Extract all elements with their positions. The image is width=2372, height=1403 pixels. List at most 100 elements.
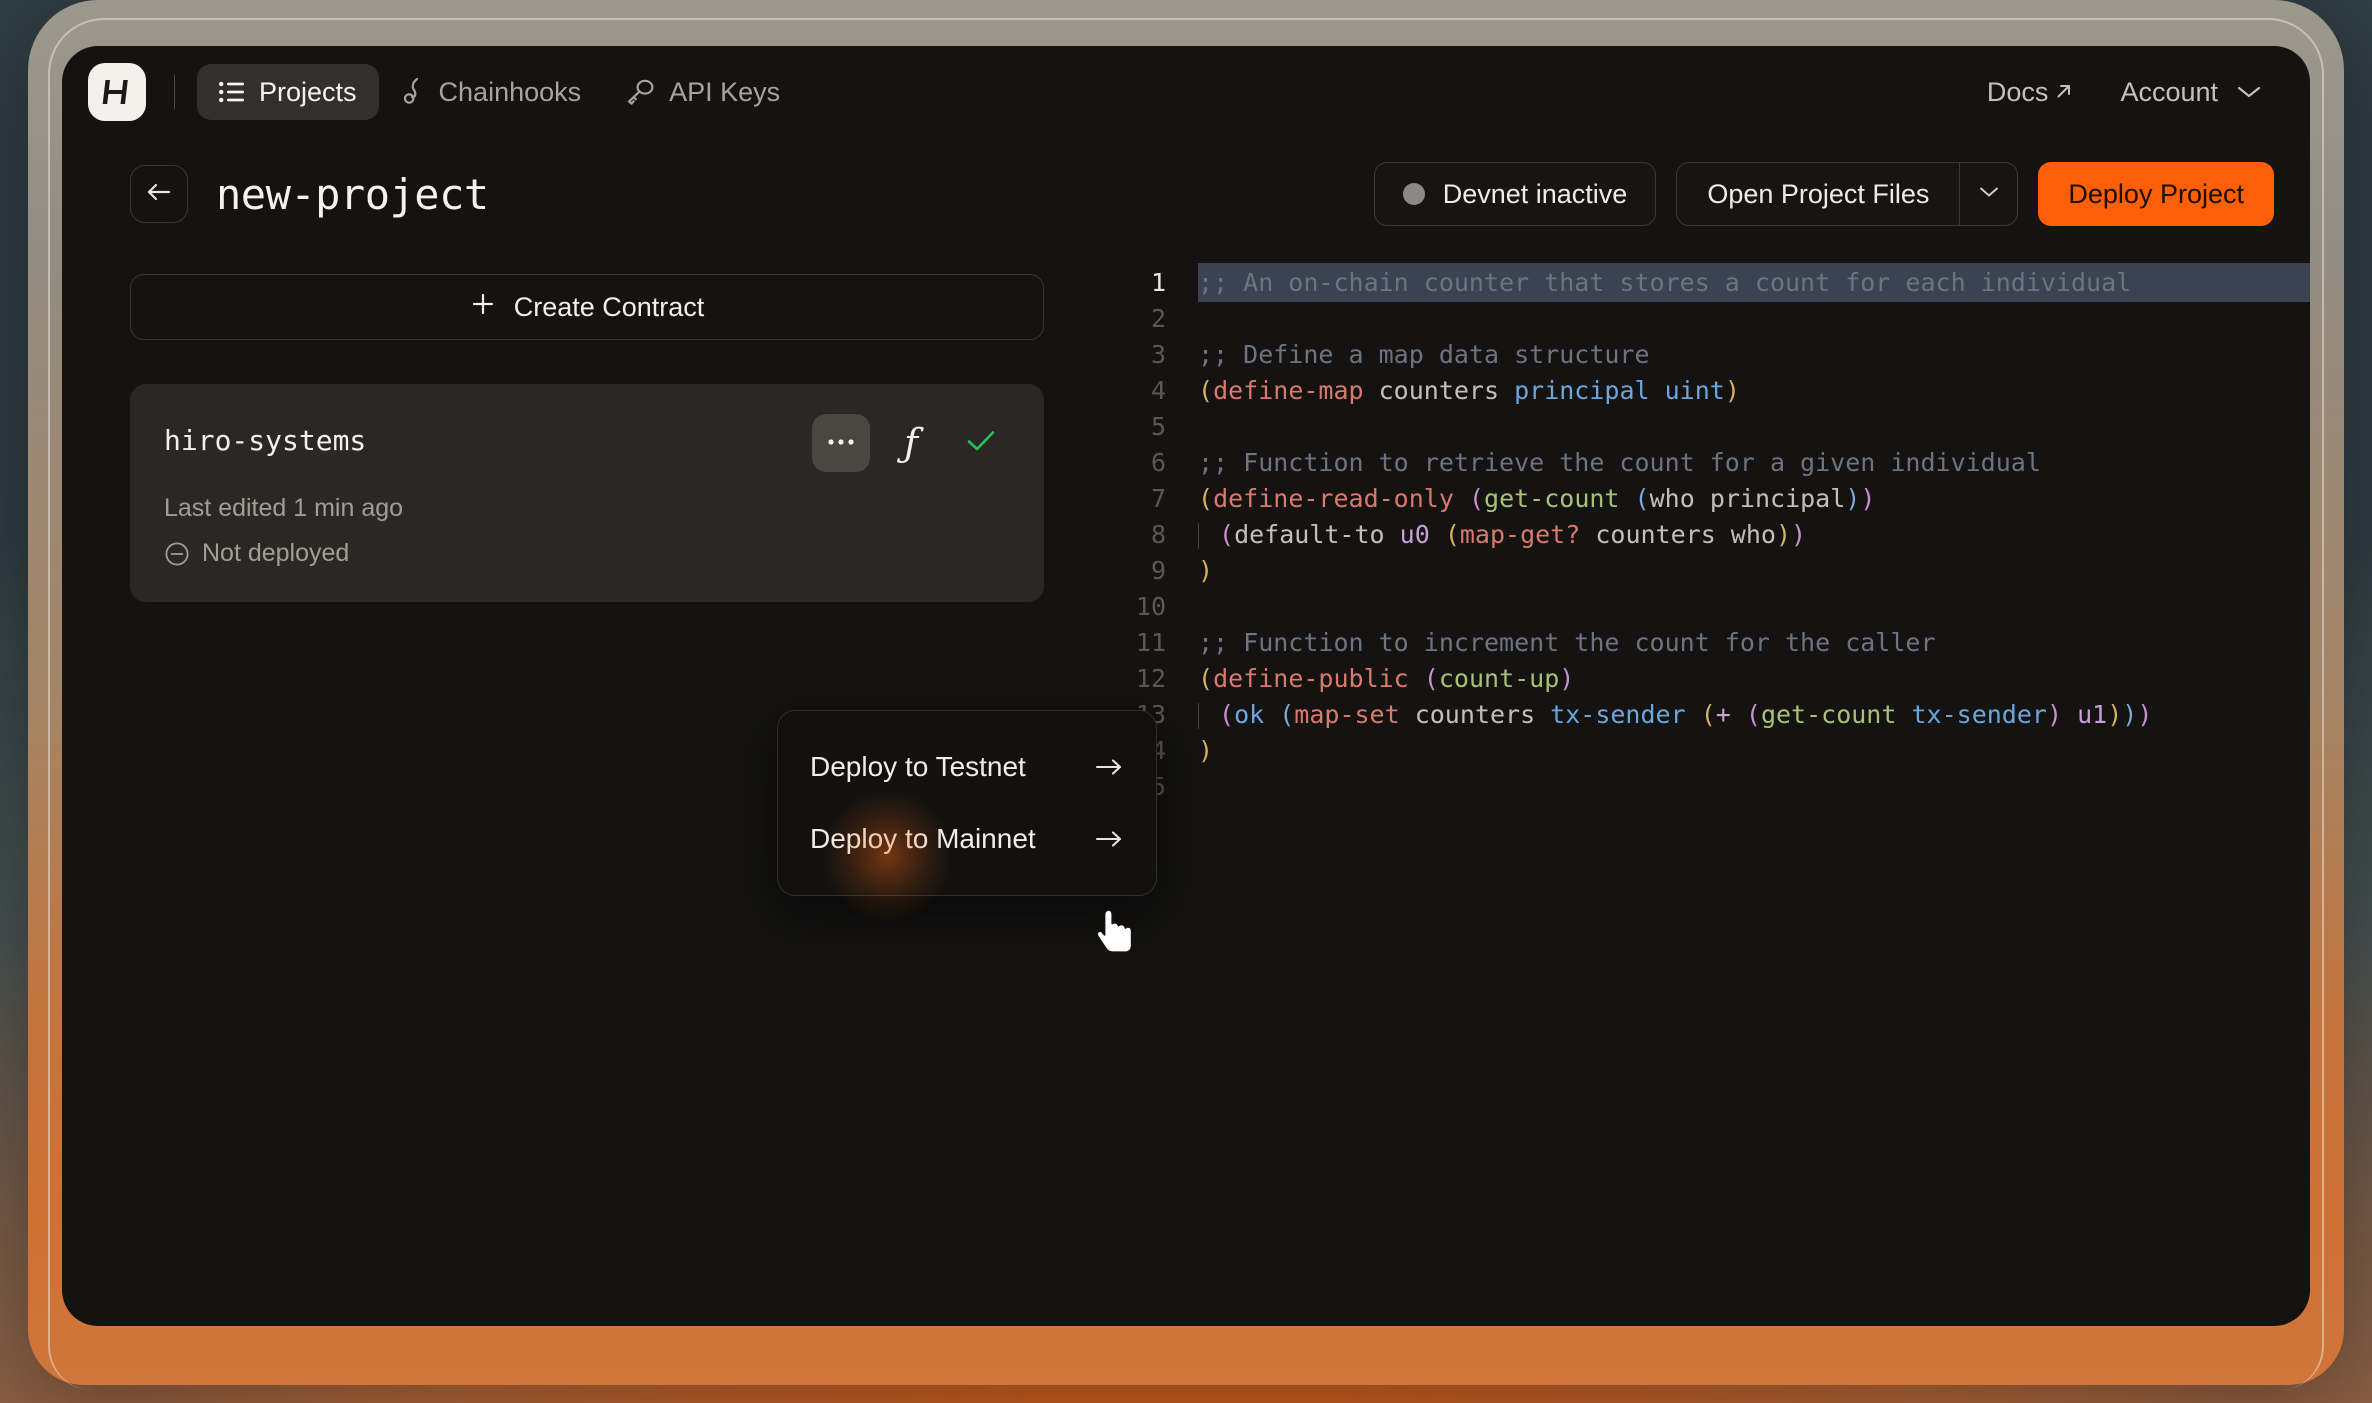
code-line-text: ): [1198, 735, 1214, 765]
devnet-status-button[interactable]: Devnet inactive: [1373, 162, 1657, 226]
menu-item-deploy-to-testnet[interactable]: Deploy to Testnet: [778, 731, 1156, 803]
code-line[interactable]: 10: [1102, 588, 2310, 624]
code-line-text: (define-map counters principal uint): [1198, 375, 1740, 405]
arrow-left-icon: [145, 181, 173, 208]
code-line[interactable]: 2: [1102, 300, 2310, 336]
external-link-icon: [2054, 77, 2074, 108]
app-window: Projects Chainhooks API Keys Docs Accoun…: [62, 46, 2310, 1326]
list-icon: [219, 81, 245, 103]
code-line-text: ;; Define a map data structure: [1198, 339, 1650, 369]
nav-right-group: Docs Account: [1987, 77, 2276, 108]
nav-divider: [174, 75, 175, 109]
menu-item-deploy-to-mainnet-label: Deploy to Mainnet: [810, 823, 1036, 854]
arrow-right-icon: [1094, 829, 1124, 849]
line-number: 8: [1150, 519, 1166, 549]
code-line[interactable]: 4 (define-map counters principal uint): [1102, 372, 2310, 408]
nav-item-projects-label: Projects: [259, 76, 357, 107]
code-line[interactable]: 8 (default-to u0 (map-get? counters who)…: [1102, 516, 2310, 552]
code-line-text: (default-to u0 (map-get? counters who)): [1198, 515, 2310, 554]
menu-item-deploy-to-mainnet[interactable]: Deploy to Mainnet: [778, 803, 1156, 875]
nav-item-account[interactable]: Account: [2120, 77, 2262, 108]
indent-guide: [1198, 702, 1199, 729]
code-line-text: ;; Function to retrieve the count for a …: [1198, 447, 2041, 477]
deploy-context-menu: Deploy to Testnet Deploy to Mainnet: [777, 710, 1157, 896]
line-number: 1: [1150, 267, 1166, 297]
app-root: Projects Chainhooks API Keys Docs Accoun…: [0, 0, 2372, 1403]
code-editor[interactable]: 1 ;; An on-chain counter that stores a c…: [1102, 250, 2310, 1326]
code-line[interactable]: 13 (ok (map-set counters tx-sender (+ (g…: [1102, 696, 2310, 732]
nav-item-chainhooks[interactable]: Chainhooks: [379, 64, 604, 120]
main-content: Create Contract hiro-systems ƒ Last edit…: [62, 250, 2310, 1326]
code-line[interactable]: 9 ): [1102, 552, 2310, 588]
nav-item-chainhooks-label: Chainhooks: [438, 76, 582, 107]
contract-deploy-status: Not deployed: [164, 539, 1010, 568]
code-line-text: (define-read-only (get-count (who princi…: [1198, 483, 1876, 513]
project-header: new-project Devnet inactive Open Project…: [62, 138, 2310, 250]
create-contract-label: Create Contract: [513, 291, 705, 322]
code-line[interactable]: 7 (define-read-only (get-count (who prin…: [1102, 480, 2310, 516]
deploy-project-label: Deploy Project: [2068, 178, 2244, 209]
back-button[interactable]: [130, 165, 188, 223]
code-line[interactable]: 3 ;; Define a map data structure: [1102, 336, 2310, 372]
arrow-right-icon: [1094, 757, 1124, 777]
code-line[interactable]: 1 ;; An on-chain counter that stores a c…: [1102, 262, 2310, 302]
chevron-down-icon: [1978, 185, 2000, 204]
line-number: 5: [1150, 411, 1166, 441]
nav-item-api-keys[interactable]: API Keys: [603, 64, 802, 120]
code-line[interactable]: 14 ): [1102, 732, 2310, 768]
function-icon: ƒ: [903, 421, 919, 465]
indent-guide: [1198, 522, 1199, 549]
code-line-text: (ok (map-set counters tx-sender (+ (get-…: [1198, 695, 2310, 734]
contract-check-status-button[interactable]: [952, 414, 1010, 472]
hook-icon: [401, 77, 425, 107]
open-project-files-dropdown-toggle[interactable]: [1959, 163, 2017, 225]
line-number: 4: [1150, 375, 1166, 405]
line-number: 10: [1135, 591, 1166, 621]
deploy-project-button[interactable]: Deploy Project: [2038, 162, 2274, 226]
plus-icon: [470, 291, 496, 324]
code-line[interactable]: 11 ;; Function to increment the count fo…: [1102, 624, 2310, 660]
chevron-down-icon: [2236, 84, 2262, 100]
contract-functions-button[interactable]: ƒ: [882, 414, 940, 472]
devnet-status-label: Devnet inactive: [1442, 178, 1628, 209]
nav-item-projects[interactable]: Projects: [197, 64, 379, 120]
open-project-files-button[interactable]: Open Project Files: [1677, 163, 1959, 225]
contract-card-actions: ƒ: [812, 414, 1010, 472]
create-contract-button[interactable]: Create Contract: [130, 274, 1044, 340]
line-number: 6: [1150, 447, 1166, 477]
line-number: 12: [1135, 663, 1166, 693]
code-line[interactable]: 12 (define-public (count-up): [1102, 660, 2310, 696]
nav-item-docs-label: Docs: [1986, 76, 2049, 107]
code-line[interactable]: 6 ;; Function to retrieve the count for …: [1102, 444, 2310, 480]
contract-name: hiro-systems: [164, 424, 367, 457]
header-actions: Devnet inactive Open Project Files Deplo…: [1373, 162, 2274, 226]
nav-item-account-label: Account: [2120, 76, 2218, 107]
contract-card[interactable]: hiro-systems ƒ Last edited 1 min ago Not…: [130, 384, 1044, 602]
nav-item-api-keys-label: API Keys: [669, 76, 781, 107]
line-number: 7: [1150, 483, 1166, 513]
line-number: 3: [1150, 339, 1166, 369]
code-line-text: (define-public (count-up): [1198, 663, 1575, 693]
menu-item-deploy-to-testnet-label: Deploy to Testnet: [810, 751, 1026, 782]
code-line-text: ;; An on-chain counter that stores a cou…: [1198, 262, 2310, 302]
top-navigation-bar: Projects Chainhooks API Keys Docs Accoun…: [62, 46, 2310, 138]
line-number: 2: [1150, 303, 1166, 333]
open-project-files-label: Open Project Files: [1707, 178, 1930, 209]
key-icon: [625, 79, 655, 105]
code-line[interactable]: 5: [1102, 408, 2310, 444]
ellipsis-icon: [826, 434, 856, 452]
contract-last-edited: Last edited 1 min ago: [164, 494, 404, 522]
hiro-logo[interactable]: [88, 63, 146, 121]
check-icon: [966, 429, 996, 458]
open-project-files-split-button: Open Project Files: [1676, 162, 2019, 226]
contract-deploy-status-label: Not deployed: [202, 539, 350, 567]
nav-item-docs[interactable]: Docs: [1987, 77, 2075, 108]
code-line[interactable]: 15: [1102, 768, 2310, 804]
contract-more-options-button[interactable]: [812, 414, 870, 472]
page-title: new-project: [216, 169, 489, 219]
line-number: 11: [1135, 627, 1166, 657]
